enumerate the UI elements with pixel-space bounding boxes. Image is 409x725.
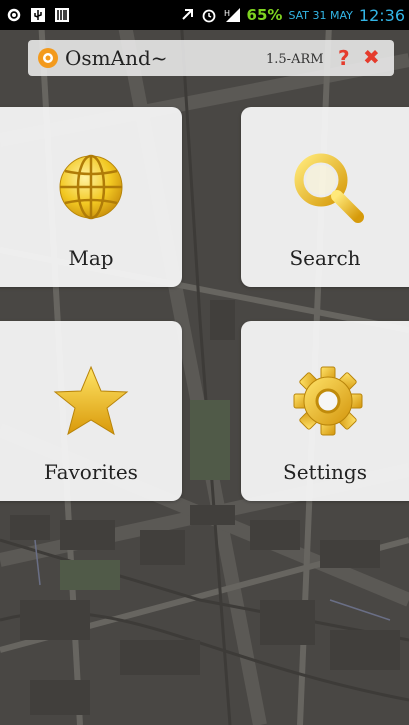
settings-icon bbox=[7, 8, 21, 22]
status-bar-right: H 65% SAT 31 MAY 12:36 bbox=[179, 0, 405, 30]
gear-icon bbox=[293, 366, 363, 436]
search-label: Search bbox=[289, 246, 361, 270]
status-bar-left-icons bbox=[6, 0, 70, 30]
battery-percentage: 65% bbox=[246, 6, 283, 24]
usb-icon bbox=[31, 8, 45, 22]
app-screen: H 65% SAT 31 MAY 12:36 OsmAnd~ 1.5-ARM ?… bbox=[0, 0, 409, 725]
map-menu-button[interactable]: Map bbox=[0, 107, 182, 287]
search-menu-button[interactable]: Search bbox=[241, 107, 409, 287]
settings-label: Settings bbox=[283, 460, 367, 484]
rotate-icon bbox=[181, 9, 193, 20]
app-title-bar: OsmAnd~ 1.5-ARM ? ✖ bbox=[28, 40, 394, 76]
star-icon bbox=[53, 365, 129, 436]
status-time: 12:36 bbox=[358, 5, 405, 25]
map-pin-icon bbox=[38, 48, 58, 68]
magnifier-icon bbox=[294, 153, 364, 223]
help-button[interactable]: ? bbox=[338, 46, 350, 70]
map-label: Map bbox=[68, 246, 114, 270]
favorites-label: Favorites bbox=[44, 460, 138, 484]
app-name: OsmAnd~ bbox=[65, 46, 168, 70]
status-date: SAT 31 MAY bbox=[288, 8, 353, 22]
svg-text:H: H bbox=[224, 9, 230, 18]
close-button[interactable]: ✖ bbox=[363, 45, 380, 69]
settings-menu-button[interactable]: Settings bbox=[241, 321, 409, 501]
signal-icon: H bbox=[224, 8, 240, 22]
status-bar: H 65% SAT 31 MAY 12:36 bbox=[0, 0, 409, 30]
globe-icon bbox=[59, 154, 123, 220]
barcode-icon bbox=[55, 8, 69, 22]
app-version: 1.5-ARM bbox=[266, 52, 324, 67]
alarm-icon bbox=[202, 9, 215, 23]
favorites-menu-button[interactable]: Favorites bbox=[0, 321, 182, 501]
